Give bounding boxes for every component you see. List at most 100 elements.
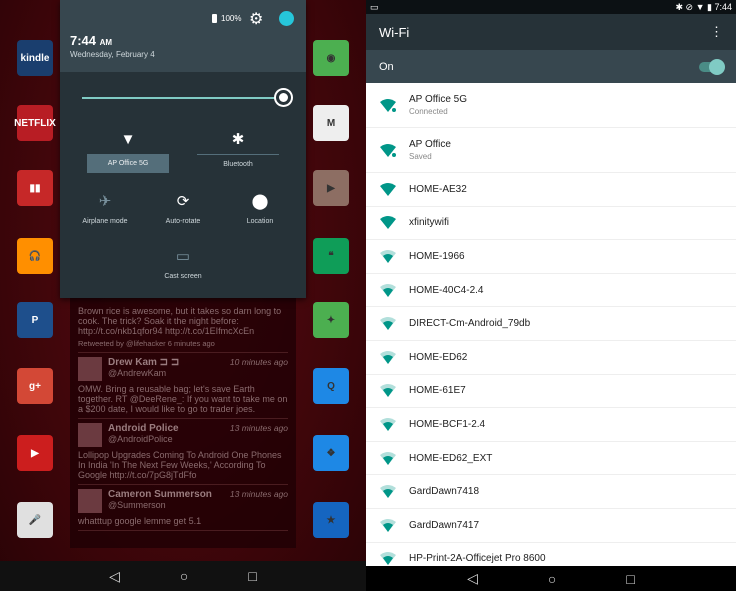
rotate-tile[interactable]: ⟳ Auto-rotate xyxy=(153,190,213,225)
gmail-app-icon[interactable]: M xyxy=(313,105,349,141)
location-label: Location xyxy=(246,218,274,225)
youtube-app-icon[interactable]: ▶ xyxy=(17,435,53,471)
pandora-app-icon[interactable]: P xyxy=(17,302,53,338)
auto-rotate-icon: ⟳ xyxy=(176,193,190,210)
home-screen: Brown rice is awesome, but it takes so d… xyxy=(0,0,366,591)
cast-label: Cast screen xyxy=(164,273,202,280)
toolbar: Wi-Fi ⋮ xyxy=(366,14,736,50)
status-time: 7:44 xyxy=(714,1,732,12)
bluetooth-icon: ✱ xyxy=(231,131,245,148)
home-button[interactable]: ○ xyxy=(180,568,188,584)
network-name: HOME-BCF1-2.4 xyxy=(409,418,486,430)
user-avatar-icon[interactable] xyxy=(279,11,294,26)
tweet-handle: @Summerson xyxy=(108,500,166,510)
network-name: HOME-ED62 xyxy=(409,351,468,363)
play-store-app-icon[interactable]: ▶ xyxy=(313,170,349,206)
search-app-icon[interactable]: Q xyxy=(313,368,349,404)
cast-tile[interactable]: ▭ Cast screen xyxy=(153,245,213,280)
brightness-icon[interactable] xyxy=(276,90,291,105)
screenshot-icon: ▭ xyxy=(370,1,379,12)
tweet-time: 13 minutes ago xyxy=(229,489,288,499)
battery-icon: ▮ xyxy=(707,1,712,12)
wifi-signal-icon xyxy=(366,317,409,331)
wifi-signal-icon xyxy=(366,518,409,532)
network-item[interactable]: HOME-ED62 xyxy=(366,341,736,375)
network-item[interactable]: AP Office 5G Connected xyxy=(366,83,736,128)
page-title: Wi-Fi xyxy=(379,24,410,40)
network-item[interactable]: HOME-40C4-2.4 xyxy=(366,274,736,308)
brightness-slider[interactable] xyxy=(82,97,282,99)
location-icon: ⬤ xyxy=(251,193,269,210)
wifi-signal-icon xyxy=(366,451,409,465)
tweet[interactable]: Drew Kam ⊐ ⊐ 10 minutes ago @AndrewKam OMW.… xyxy=(78,353,288,419)
wifi-toggle-bar[interactable]: On xyxy=(366,50,736,83)
network-name: HP-Print-2A-Officejet Pro 8600 xyxy=(409,553,546,565)
hangouts-app-icon[interactable]: ❝ xyxy=(313,238,349,274)
tweet-text: Brown rice is awesome, but it takes so d… xyxy=(78,306,282,336)
app-app-icon[interactable]: ★ xyxy=(313,502,349,538)
network-item[interactable]: HOME-61E7 xyxy=(366,375,736,409)
overflow-menu-icon[interactable]: ⋮ xyxy=(710,24,723,40)
network-name: HOME-1966 xyxy=(409,250,465,262)
wifi-tile[interactable]: ▼ AP Office 5G xyxy=(87,128,169,173)
back-button[interactable]: ◁ xyxy=(109,568,120,585)
network-item[interactable]: HOME-1966 xyxy=(366,240,736,274)
kindle-app-icon[interactable]: kindle xyxy=(17,40,53,76)
tweet-time: 10 minutes ago xyxy=(229,357,288,367)
recents-button[interactable]: □ xyxy=(626,571,634,587)
tweet[interactable]: Cameron Summerson 13 minutes ago @Summerso… xyxy=(78,485,288,531)
wifi-signal-icon xyxy=(366,143,409,157)
network-item[interactable]: GardDawn7417 xyxy=(366,509,736,543)
network-name: HOME-40C4-2.4 xyxy=(409,284,484,296)
netflix-app-icon[interactable]: NETFLIX xyxy=(14,105,56,141)
airplane-icon: ✈ xyxy=(98,193,112,210)
network-item[interactable]: GardDawn7418 xyxy=(366,475,736,509)
network-name: HOME-AE32 xyxy=(409,183,467,195)
back-button[interactable]: ◁ xyxy=(467,570,478,587)
wifi-signal-icon xyxy=(366,283,409,297)
recents-button[interactable]: □ xyxy=(248,568,256,584)
toggle-label: On xyxy=(379,60,394,73)
network-item[interactable]: DIRECT-Cm-Android_79db xyxy=(366,307,736,341)
music-app-icon[interactable]: 🎧 xyxy=(17,238,53,274)
network-item[interactable]: AP Office Saved xyxy=(366,128,736,173)
chrome-app-icon[interactable]: ◉ xyxy=(313,40,349,76)
dropbox-app-icon[interactable]: ❖ xyxy=(313,435,349,471)
tweet-author: Cameron Summerson xyxy=(108,489,212,500)
location-tile[interactable]: ⬤ Location xyxy=(230,190,290,225)
voice-app-icon[interactable]: 🎤 xyxy=(17,502,53,538)
network-item[interactable]: HOME-ED62_EXT xyxy=(366,442,736,476)
twitter-widget[interactable]: Brown rice is awesome, but it takes so d… xyxy=(70,298,296,548)
avatar xyxy=(78,489,102,513)
network-item[interactable]: HOME-BCF1-2.4 xyxy=(366,408,736,442)
tweet[interactable]: Android Police 13 minutes ago @AndroidPoli… xyxy=(78,419,288,485)
settings-icon[interactable]: ⚙ xyxy=(249,9,263,29)
network-item[interactable]: xfinitywifi xyxy=(366,207,736,241)
tweet-author: Android Police xyxy=(108,423,179,434)
wifi-signal-icon xyxy=(366,417,409,431)
home-button[interactable]: ○ xyxy=(548,571,556,587)
tweet-text: OMW. Bring a reusable bag; let's save Ea… xyxy=(78,384,288,414)
tweet[interactable]: Brown rice is awesome, but it takes so d… xyxy=(78,302,288,353)
dnd-icon: ⊘ xyxy=(685,1,694,12)
network-name: AP Office 5G xyxy=(409,94,467,105)
network-name: HOME-61E7 xyxy=(409,385,466,397)
bluetooth-tile[interactable]: ✱ Bluetooth xyxy=(197,128,279,174)
wifi-switch[interactable] xyxy=(699,58,725,75)
wifi-tile-label: AP Office 5G xyxy=(87,154,169,173)
video-app-icon[interactable]: ▮▮ xyxy=(17,170,53,206)
tweet-text: whatttup google lemme get 5.1 xyxy=(78,516,202,526)
ampm: AM xyxy=(99,38,113,47)
wifi-icon: ▼ xyxy=(120,130,136,148)
network-name: AP Office xyxy=(409,139,451,150)
airplane-tile[interactable]: ✈ Airplane mode xyxy=(75,190,135,225)
wifi-signal-icon xyxy=(366,552,409,566)
network-item[interactable]: HOME-AE32 xyxy=(366,173,736,207)
avatar xyxy=(78,423,102,447)
network-name: GardDawn7417 xyxy=(409,519,480,531)
tweet-meta: Retweeted by @lifehacker 6 minutes ago xyxy=(78,339,215,348)
maps-app-icon[interactable]: ✦ xyxy=(313,302,349,338)
google-plus-app-icon[interactable]: g+ xyxy=(17,368,53,404)
rotate-label: Auto-rotate xyxy=(165,218,201,225)
status-bar: ▭ ✱ ⊘ ▼ ▮ 7:44 xyxy=(366,0,736,14)
